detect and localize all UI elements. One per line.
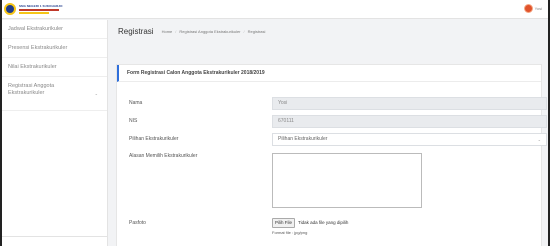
school-seal-icon (4, 3, 16, 15)
breadcrumb-current: Registrasi (247, 29, 266, 34)
chevron-down-icon: ⌄ (94, 91, 98, 96)
sidebar-item-presensi[interactable]: Presensi Ekstrakurikuler (2, 39, 107, 58)
sidebar-item-registrasi[interactable]: Registrasi Anggota Ekstrakurikuler ⌄ (2, 77, 107, 111)
breadcrumb-registrasi-anggota[interactable]: Registrasi Anggota Ekstrakurikuler (179, 29, 240, 34)
logo-text: SMA NEGERI 1 SUKOHARJO (19, 3, 63, 8)
school-logo[interactable]: SMA NEGERI 1 SUKOHARJO (4, 2, 72, 16)
sidebar-item-label: Registrasi Anggota (8, 83, 55, 89)
user-name: Yosi (534, 6, 542, 11)
file-format-hint: Format file : jpg/png (272, 230, 308, 235)
top-bar: SMA NEGERI 1 SUKOHARJO Yosi (2, 0, 548, 19)
breadcrumb-bar: Registrasi Home / Registrasi Anggota Eks… (118, 27, 266, 36)
choose-file-button[interactable]: Pilih File (272, 218, 296, 228)
user-menu[interactable]: Yosi (523, 4, 542, 13)
form-header: Form Registrasi Calon Anggota Ekstrakuri… (117, 65, 541, 82)
nis-field[interactable]: 670111 (272, 115, 547, 128)
page-title: Registrasi (118, 27, 154, 36)
sidebar: Jadwal Ekstrakurikuler Presensi Ekstraku… (2, 20, 108, 246)
nis-label: NIS (129, 118, 138, 124)
nama-label: Nama (129, 100, 143, 106)
avatar (523, 4, 533, 13)
pilihan-selected-value: Pilihan Ekstrakurikuler (278, 136, 328, 142)
pasfoto-label: Pasfoto (129, 220, 146, 226)
registration-form-card: Form Registrasi Calon Anggota Ekstrakuri… (116, 64, 547, 246)
alasan-textarea[interactable] (272, 153, 422, 208)
alasan-label: Alasan Memilih Ekstrakurikuler (129, 153, 198, 159)
chevron-down-icon: ⌄ (537, 137, 541, 142)
sidebar-footer (2, 236, 108, 246)
pilihan-select[interactable]: Pilihan Ekstrakurikuler ⌄ (272, 133, 547, 146)
file-status: Tidak ada file yang dipilih (298, 220, 349, 225)
pilihan-label: Pilihan Ekstrakurikuler (129, 136, 179, 142)
nama-field[interactable]: Yosi (272, 97, 547, 110)
sidebar-item-label: Ekstrakurikuler (8, 90, 45, 96)
breadcrumb-home[interactable]: Home (162, 29, 173, 34)
sidebar-item-jadwal[interactable]: Jadwal Ekstrakurikuler (2, 20, 107, 39)
sidebar-item-nilai[interactable]: Nilai Ekstrakurikuler (2, 58, 107, 77)
